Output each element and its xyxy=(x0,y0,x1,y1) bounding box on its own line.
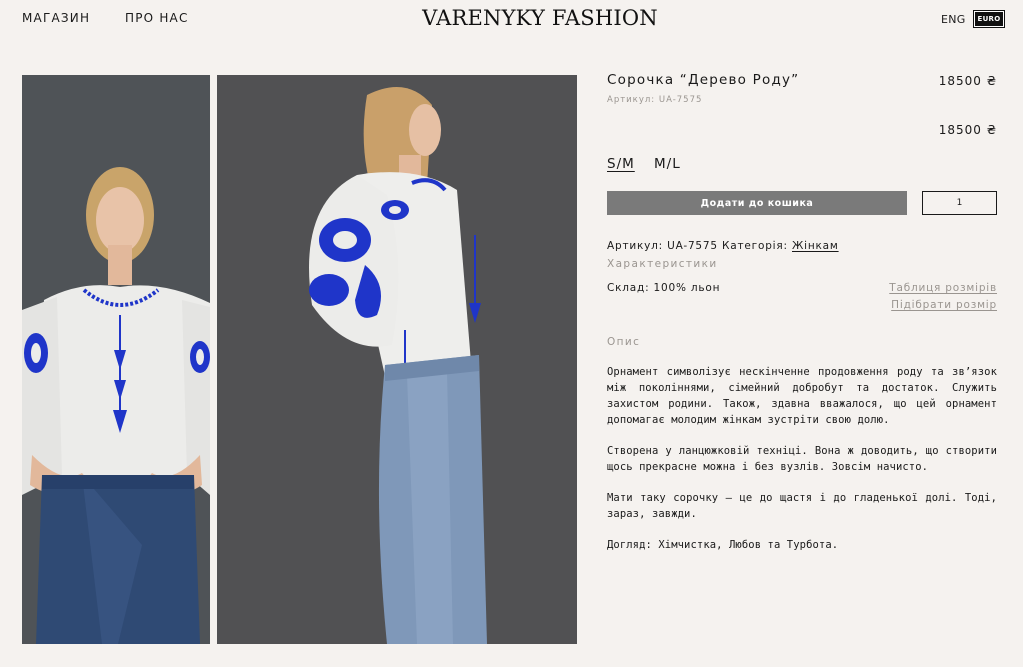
size-table-link[interactable]: Таблиця розмірів xyxy=(880,282,997,294)
brand-logo[interactable]: VARENYKY FASHION xyxy=(417,6,663,30)
size-option-ml[interactable]: M/L xyxy=(654,156,681,172)
currency-switch[interactable]: EURO xyxy=(973,10,1005,28)
size-picker-link[interactable]: Підібрати розмір xyxy=(880,299,997,311)
product-photo-side-image xyxy=(217,75,577,644)
composition-text: Склад: 100% льон xyxy=(607,282,721,294)
description-heading[interactable]: Опис xyxy=(607,336,640,348)
description-body: Орнамент символізує нескінченне продовже… xyxy=(607,364,997,568)
product-photo-front[interactable] xyxy=(22,75,210,644)
nav-about-link[interactable]: ПРО НАС xyxy=(125,11,189,25)
characteristics-heading[interactable]: Характеристики xyxy=(607,258,718,270)
product-meta: Артикул: UA-7575 Категорія: Жінкам xyxy=(607,240,839,252)
language-switch[interactable]: ENG xyxy=(941,13,966,26)
nav-shop-link[interactable]: МАГАЗИН xyxy=(22,11,90,25)
product-price: 18500 ₴ xyxy=(938,74,997,88)
product-photo-front-image xyxy=(22,75,210,644)
description-paragraph: Створена у ланцюжковій техніці. Вона ж д… xyxy=(607,445,997,473)
size-option-sm[interactable]: S/M xyxy=(607,156,635,172)
description-paragraph: Орнамент символізує нескінченне продовже… xyxy=(607,366,997,426)
care-instructions: Догляд: Хімчистка, Любов та Турбота. xyxy=(607,539,839,551)
product-article-small: Артикул: UA-7575 xyxy=(607,95,703,105)
quantity-input[interactable] xyxy=(922,191,997,215)
add-to-cart-button[interactable]: Додати до кошика xyxy=(607,191,907,215)
description-paragraph: Мати таку сорочку — це до щастя і до гла… xyxy=(607,492,997,520)
product-photo-side[interactable] xyxy=(217,75,577,644)
product-meta-prefix: Артикул: UA-7575 Категорія: xyxy=(607,240,792,252)
product-title: Сорочка “Дерево Роду” xyxy=(607,72,800,88)
product-price-secondary: 18500 ₴ xyxy=(938,123,997,137)
category-link[interactable]: Жінкам xyxy=(792,240,839,252)
